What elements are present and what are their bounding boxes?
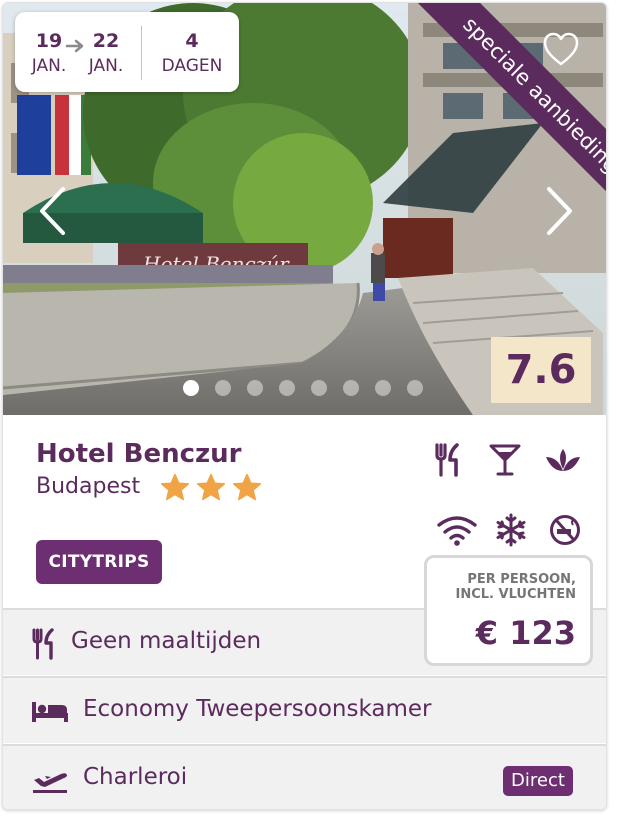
from-month: JAN.: [31, 56, 67, 76]
chevron-right-icon[interactable]: [545, 185, 575, 237]
travel-dates: 19 JAN. 22 JAN. 4 DAGEN: [15, 12, 239, 92]
price-label: PER PERSOON, INCL. VLUCHTEN: [456, 572, 577, 602]
date-divider: [141, 26, 142, 80]
no-smoking-icon: [550, 515, 580, 545]
price-label-line1: PER PERSOON,: [467, 572, 576, 587]
hotel-name[interactable]: Hotel Benczur: [36, 439, 242, 469]
room-row: Economy Tweepersoonskamer: [3, 676, 606, 743]
to-day: 22: [92, 30, 120, 52]
carousel-dot[interactable]: [311, 380, 327, 396]
carousel-dot[interactable]: [375, 380, 391, 396]
carousel-dot[interactable]: [407, 380, 423, 396]
carousel-dot[interactable]: [183, 380, 199, 396]
star-icon: [232, 473, 262, 501]
flight-row: Charleroi Direct: [3, 744, 606, 809]
star-icon: [160, 473, 190, 501]
airco-icon: [496, 513, 526, 547]
carousel-dot[interactable]: [247, 380, 263, 396]
cutlery-icon: [32, 628, 54, 660]
star-icon: [196, 473, 226, 501]
to-month: JAN.: [88, 56, 124, 76]
room-label: Economy Tweepersoonskamer: [83, 696, 432, 722]
from-day: 19: [35, 30, 63, 52]
meals-label: Geen maaltijden: [71, 628, 262, 654]
wifi-icon: [437, 516, 477, 546]
carousel-dot[interactable]: [279, 380, 295, 396]
heart-icon[interactable]: [542, 31, 580, 67]
carousel-dots: [183, 380, 443, 396]
nights-label: DAGEN: [161, 56, 223, 76]
chevron-left-icon[interactable]: [37, 185, 67, 237]
airport-label: Charleroi: [83, 764, 188, 790]
direct-badge: Direct: [503, 766, 573, 796]
hotel-city: Budapest: [36, 474, 141, 499]
carousel-dot[interactable]: [215, 380, 231, 396]
carousel-dot[interactable]: [343, 380, 359, 396]
hotel-card[interactable]: Hotel Benczúr 19 JAN. 22 JAN. 4 DAGEN sp…: [2, 2, 607, 810]
plane-icon: [33, 773, 67, 793]
nights-count: 4: [185, 30, 199, 52]
price-value: € 123: [475, 614, 576, 652]
review-score: 7.6: [491, 337, 591, 403]
restaurant-icon: [435, 443, 459, 477]
arrow-right-icon: [65, 39, 84, 53]
bed-icon: [32, 702, 68, 722]
bar-icon: [489, 444, 521, 476]
hotel-photo-carousel[interactable]: Hotel Benczúr 19 JAN. 22 JAN. 4 DAGEN sp…: [3, 3, 606, 415]
price-label-line2: INCL. VLUCHTEN: [455, 587, 577, 602]
category-tag[interactable]: CITYTRIPS: [36, 540, 162, 584]
price-box[interactable]: PER PERSOON, INCL. VLUCHTEN € 123: [424, 555, 593, 666]
spa-icon: [546, 449, 580, 471]
